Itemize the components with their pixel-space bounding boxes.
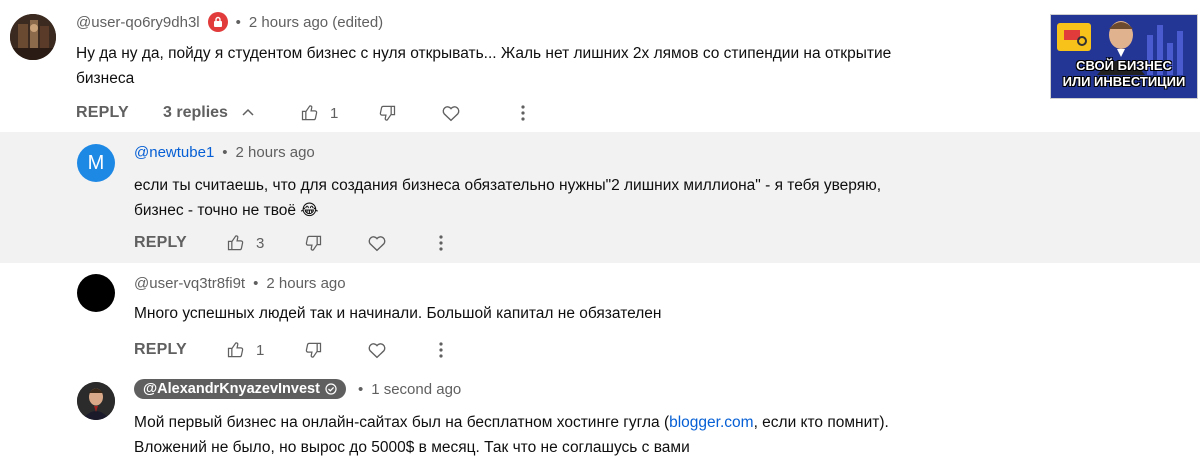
comment-text: Мой первый бизнес на онлайн-сайтах был н… xyxy=(134,410,889,460)
thumbnail-title: СВОЙ БИЗНЕС xyxy=(1076,58,1172,73)
avatar[interactable] xyxy=(77,382,115,420)
comment-text-segment: , если кто помнит). xyxy=(753,414,889,431)
reply-button[interactable]: REPLY xyxy=(134,234,194,252)
comment-timestamp[interactable]: 2 hours ago xyxy=(266,275,345,292)
comment-author[interactable]: @user-qo6ry9dh3l xyxy=(76,14,200,31)
comment-header: @newtube1 • 2 hours ago xyxy=(134,144,315,161)
thumb-up-icon[interactable] xyxy=(224,338,248,362)
comment-text: если ты считаешь, что для создания бизне… xyxy=(134,173,881,223)
comment-text: Ну да ну да, пойду я студентом бизнес с … xyxy=(76,41,891,91)
reply-comment: @user-vq3tr8fi9t • 2 hours ago Много усп… xyxy=(0,263,1200,371)
comment-text-segment: Мой первый бизнес на онлайн-сайтах был н… xyxy=(134,414,670,431)
top-level-comment: @user-qo6ry9dh3l • 2 hours ago (edited) … xyxy=(0,0,1200,132)
chevron-up-icon xyxy=(236,101,260,125)
heart-icon[interactable] xyxy=(439,101,463,125)
heart-icon[interactable] xyxy=(365,338,389,362)
comment-header: @AlexandrKnyazevInvest • 1 second ago xyxy=(134,379,461,399)
replies-toggle-button[interactable]: 3 replies xyxy=(163,101,260,125)
comment-text-line: бизнеса xyxy=(76,70,135,87)
more-vert-icon[interactable] xyxy=(511,101,535,125)
comment-author[interactable]: @newtube1 xyxy=(134,144,214,161)
like-count: 3 xyxy=(256,234,265,252)
comment-text-line: если ты считаешь, что для создания бизне… xyxy=(134,177,882,194)
avatar[interactable]: M xyxy=(77,144,115,182)
channel-owner-badge[interactable]: @AlexandrKnyazevInvest xyxy=(134,379,346,399)
comment-text-line: бизнес - точно не твоё 😂 xyxy=(134,202,319,219)
more-vert-icon[interactable] xyxy=(429,338,453,362)
separator-dot: • xyxy=(253,275,259,292)
video-thumbnail[interactable]: СВОЙ БИЗНЕС ИЛИ ИНВЕСТИЦИИ xyxy=(1050,14,1198,99)
like-count: 1 xyxy=(256,341,265,359)
comment-text: Много успешных людей так и начинали. Бол… xyxy=(134,301,661,326)
comment-actions: REPLY 1 xyxy=(134,337,453,363)
separator-dot: • xyxy=(222,144,228,161)
thumb-up-icon[interactable] xyxy=(298,101,322,125)
comment-header: @user-vq3tr8fi9t • 2 hours ago xyxy=(134,275,346,292)
reply-button[interactable]: REPLY xyxy=(76,104,136,122)
comment-timestamp[interactable]: 2 hours ago xyxy=(236,144,315,161)
replies-count-label: 3 replies xyxy=(163,104,228,121)
reply-button[interactable]: REPLY xyxy=(134,341,194,359)
comment-text-line: Ну да ну да, пойду я студентом бизнес с … xyxy=(76,45,892,62)
comment-text-line: Вложений не было, но вырос до 5000$ в ме… xyxy=(134,439,690,456)
thumb-down-icon[interactable] xyxy=(375,101,399,125)
lock-icon xyxy=(207,12,228,32)
thumb-up-icon[interactable] xyxy=(224,231,248,255)
comment-actions: REPLY 3 replies 1 xyxy=(76,100,535,126)
thumbnail-title: ИЛИ ИНВЕСТИЦИИ xyxy=(1062,74,1186,89)
comment-author[interactable]: @user-vq3tr8fi9t xyxy=(134,275,245,292)
avatar[interactable] xyxy=(77,274,115,312)
comment-timestamp[interactable]: 2 hours ago (edited) xyxy=(249,14,383,31)
verified-check-icon xyxy=(325,383,337,395)
separator-dot: • xyxy=(235,13,241,31)
comments-panel: @user-qo6ry9dh3l • 2 hours ago (edited) … xyxy=(0,0,1200,466)
comment-link[interactable]: blogger.com xyxy=(669,414,753,431)
comment-header: @user-qo6ry9dh3l • 2 hours ago (edited) xyxy=(76,12,383,32)
reply-comment: @AlexandrKnyazevInvest • 1 second ago Мо… xyxy=(0,371,1200,466)
more-vert-icon[interactable] xyxy=(429,231,453,255)
avatar[interactable] xyxy=(10,14,56,60)
heart-icon[interactable] xyxy=(365,231,389,255)
thumb-down-icon[interactable] xyxy=(301,338,325,362)
thumb-down-icon[interactable] xyxy=(301,231,325,255)
comment-actions: REPLY 3 xyxy=(134,230,453,256)
comment-timestamp[interactable]: 1 second ago xyxy=(371,381,461,398)
avatar-letter: M xyxy=(87,151,105,174)
comment-author: @AlexandrKnyazevInvest xyxy=(143,381,320,397)
comment-text-line: Много успешных людей так и начинали. Бол… xyxy=(134,305,662,322)
reply-comment: M @newtube1 • 2 hours ago если ты считае… xyxy=(0,132,1200,263)
comment-text-line: Мой первый бизнес на онлайн-сайтах был н… xyxy=(134,410,889,435)
like-count: 1 xyxy=(329,104,339,122)
separator-dot: • xyxy=(357,380,364,398)
